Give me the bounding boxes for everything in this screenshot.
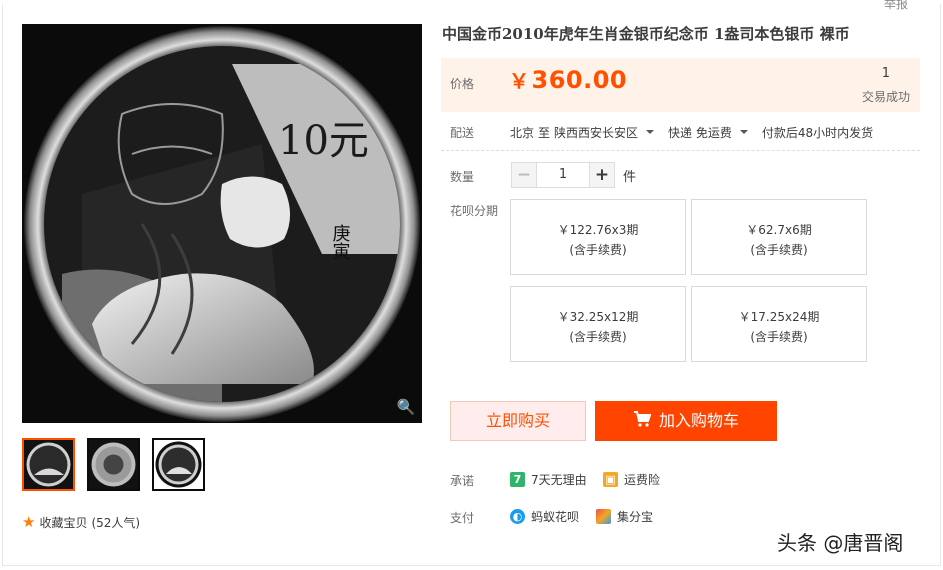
thumbnail-2[interactable]	[87, 438, 140, 491]
installment-note: (含手续费)	[569, 330, 627, 344]
ship-destination[interactable]: 陕西西安长安区	[554, 124, 638, 141]
seven-day-icon: 7	[510, 472, 525, 487]
jifenbao-icon	[596, 509, 611, 524]
ship-method[interactable]: 快递 免运费	[668, 124, 732, 141]
cart-icon	[633, 402, 652, 442]
installment-price: ￥17.25x24期	[738, 310, 820, 324]
favorite-button[interactable]: ★ 收藏宝贝 (52人气)	[22, 513, 140, 531]
star-icon: ★	[22, 513, 36, 531]
coin-year-text: 庚寅	[330, 224, 351, 260]
promise-text: 7天无理由	[531, 473, 587, 487]
shipping-info: 北京 至 陕西西安长安区 快递 免运费 付款后48小时内发货	[510, 124, 877, 141]
add-to-cart-button[interactable]: 加入购物车	[595, 401, 777, 441]
thumbnail-1[interactable]	[22, 438, 75, 491]
insurance-icon: ▣	[603, 472, 618, 487]
sold-count: 1	[881, 66, 890, 81]
installment-note: (含手续费)	[569, 243, 627, 257]
installment-option[interactable]: ￥62.7x6期 (含手续费)	[691, 199, 867, 275]
quantity-unit: 件	[623, 169, 637, 185]
thumbnail-3[interactable]	[152, 438, 205, 491]
zoom-icon[interactable]: 🔍	[396, 397, 416, 417]
buy-now-button[interactable]: 立即购买	[450, 401, 586, 441]
promise-7day[interactable]: 7 7天无理由	[510, 471, 587, 488]
promise-insurance[interactable]: ▣ 运费险	[603, 471, 660, 488]
currency-symbol: ￥	[509, 69, 530, 93]
chevron-down-icon[interactable]	[646, 129, 655, 134]
quantity-input[interactable]: 1	[537, 162, 589, 188]
payment-huabei[interactable]: ◐ 蚂蚁花呗	[510, 508, 579, 525]
installment-options: ￥122.76x3期 (含手续费) ￥62.7x6期 (含手续费) ￥32.25…	[510, 199, 867, 362]
thumbnail-coin-reverse	[24, 440, 73, 489]
installment-option[interactable]: ￥122.76x3期 (含手续费)	[510, 199, 686, 275]
payment-jifenbao[interactable]: 集分宝	[596, 508, 653, 525]
quantity-stepper: − 1 + 件	[511, 162, 636, 188]
thumbnail-coin-angle	[154, 440, 203, 489]
payment-label: 支付	[450, 511, 475, 525]
coin-denomination: 10元	[278, 118, 369, 164]
installment-option[interactable]: ￥32.25x12期 (含手续费)	[510, 286, 686, 362]
installment-price: ￥32.25x12期	[557, 310, 639, 324]
thumbnail-coin-obverse	[89, 440, 138, 489]
add-to-cart-label: 加入购物车	[658, 411, 739, 430]
payment-text: 蚂蚁花呗	[531, 510, 580, 524]
chevron-down-icon[interactable]	[739, 129, 748, 134]
payment-text: 集分宝	[617, 510, 654, 524]
divider	[441, 150, 920, 151]
ship-to-word: 至	[538, 126, 551, 140]
sold-label: 交易成功	[861, 90, 910, 104]
ship-dispatch: 付款后48小时内发货	[761, 126, 874, 140]
watermark: 头条 @唐晋阁	[777, 531, 904, 555]
price-amount: 360.00	[531, 66, 628, 94]
product-title: 中国金币2010年虎年生肖金银币纪念币 1盎司本色银币 裸币	[442, 25, 850, 43]
installment-option[interactable]: ￥17.25x24期 (含手续费)	[691, 286, 867, 362]
favorite-count: (52人气)	[91, 515, 141, 530]
decrease-button[interactable]: −	[511, 162, 537, 188]
ship-from: 北京	[510, 126, 535, 140]
increase-button[interactable]: +	[589, 162, 615, 188]
thumbnail-list	[22, 438, 205, 491]
installment-price: ￥62.7x6期	[746, 223, 812, 237]
promise-label: 承诺	[450, 474, 475, 488]
installment-label: 花呗分期	[450, 204, 499, 218]
installment-note: (含手续费)	[750, 243, 808, 257]
price-value: ￥360.00	[509, 65, 627, 94]
shipping-label: 配送	[450, 126, 475, 140]
main-product-image[interactable]: 10元 庚寅 🔍	[22, 24, 422, 423]
promise-text: 运费险	[624, 473, 661, 487]
quantity-label: 数量	[450, 170, 475, 184]
favorite-label: 收藏宝贝	[39, 515, 88, 530]
price-panel: 价格 ￥360.00 1 交易成功	[441, 58, 920, 112]
report-link[interactable]: 举报	[884, 0, 908, 12]
installment-note: (含手续费)	[750, 330, 808, 344]
installment-price: ￥122.76x3期	[557, 223, 639, 237]
ant-huabei-icon: ◐	[510, 509, 525, 524]
price-label: 价格	[450, 77, 475, 91]
coin-image: 10元 庚寅	[22, 24, 422, 423]
